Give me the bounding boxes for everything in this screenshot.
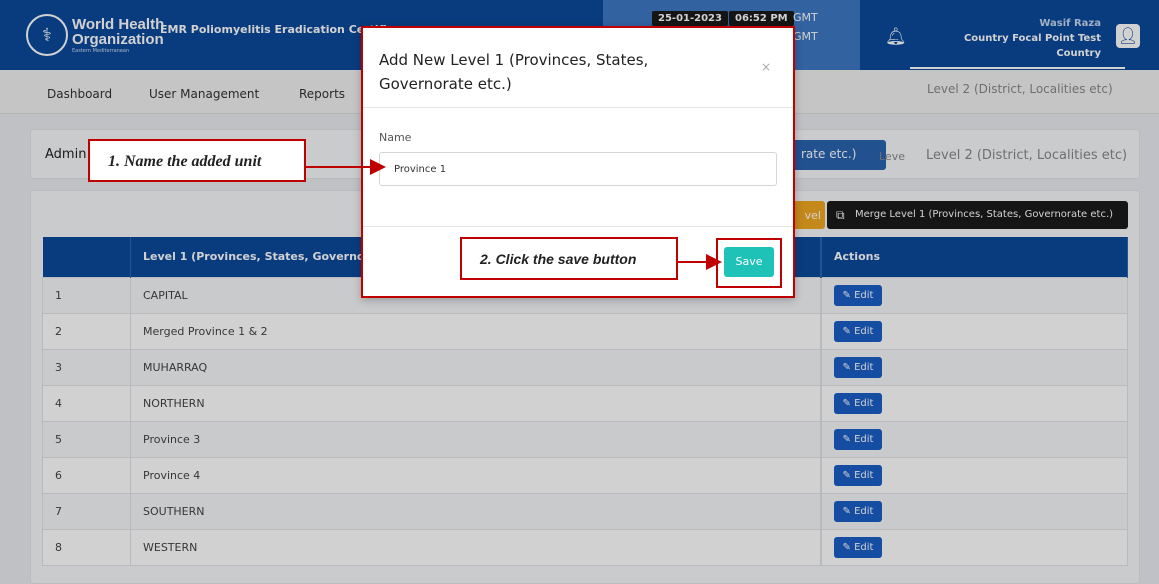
modal-title: Add New Level 1 (Provinces, States, Gove… <box>379 51 649 93</box>
callout-click-save: 2. Click the save button <box>460 237 678 280</box>
callout-name-unit: 1. Name the added unit <box>88 139 306 182</box>
name-field-label: Name <box>379 131 412 144</box>
name-input[interactable] <box>379 152 777 186</box>
modal-divider-bottom <box>363 226 793 227</box>
close-icon[interactable]: × <box>761 60 771 74</box>
modal-divider-top <box>363 107 793 108</box>
save-button-highlight: Save <box>716 238 782 288</box>
save-button[interactable]: Save <box>724 247 774 277</box>
